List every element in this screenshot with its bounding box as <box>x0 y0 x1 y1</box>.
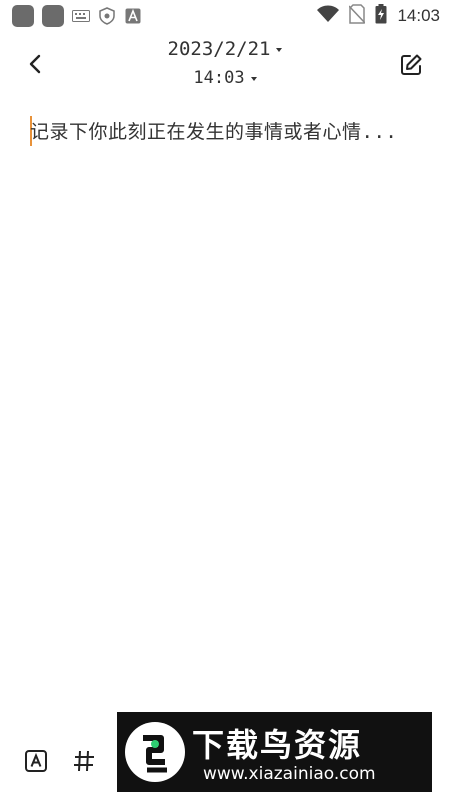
status-bar-system: 14:03 <box>317 4 440 28</box>
font-a-icon <box>124 7 142 25</box>
app-notification-icon <box>42 5 64 27</box>
date-value: 2023/2/21 <box>167 38 271 60</box>
watermark-banner: 下载鸟资源 www.xiazainiao.com <box>117 712 432 792</box>
keyboard-icon <box>72 7 90 25</box>
hashtag-icon[interactable] <box>72 748 96 774</box>
time-value: 14:03 <box>193 68 245 88</box>
app-notification-icon <box>12 5 34 27</box>
editor-placeholder: 记录下你此刻正在发生的事情或者心情... <box>30 121 398 143</box>
status-bar-notifications <box>12 5 142 27</box>
date-selector[interactable]: 2023/2/21 <box>168 38 283 60</box>
no-sim-icon <box>348 4 366 28</box>
compose-button[interactable] <box>398 52 424 78</box>
status-clock: 14:03 <box>397 6 440 25</box>
caret-down-icon <box>276 48 283 52</box>
edit-square-icon <box>401 54 422 75</box>
note-editor[interactable]: 记录下你此刻正在发生的事情或者心情... <box>30 113 410 151</box>
watermark-url: www.xiazainiao.com <box>203 764 376 784</box>
time-selector[interactable]: 14:03 <box>193 68 257 88</box>
watermark-logo-icon <box>125 722 185 782</box>
caret-down-icon <box>250 77 257 81</box>
battery-charging-icon <box>375 4 387 28</box>
status-bar: 14:03 <box>0 0 450 32</box>
watermark-title: 下载鸟资源 <box>192 726 363 764</box>
wifi-icon <box>317 5 340 27</box>
text-format-icon[interactable] <box>24 749 48 773</box>
shield-icon <box>98 7 116 25</box>
